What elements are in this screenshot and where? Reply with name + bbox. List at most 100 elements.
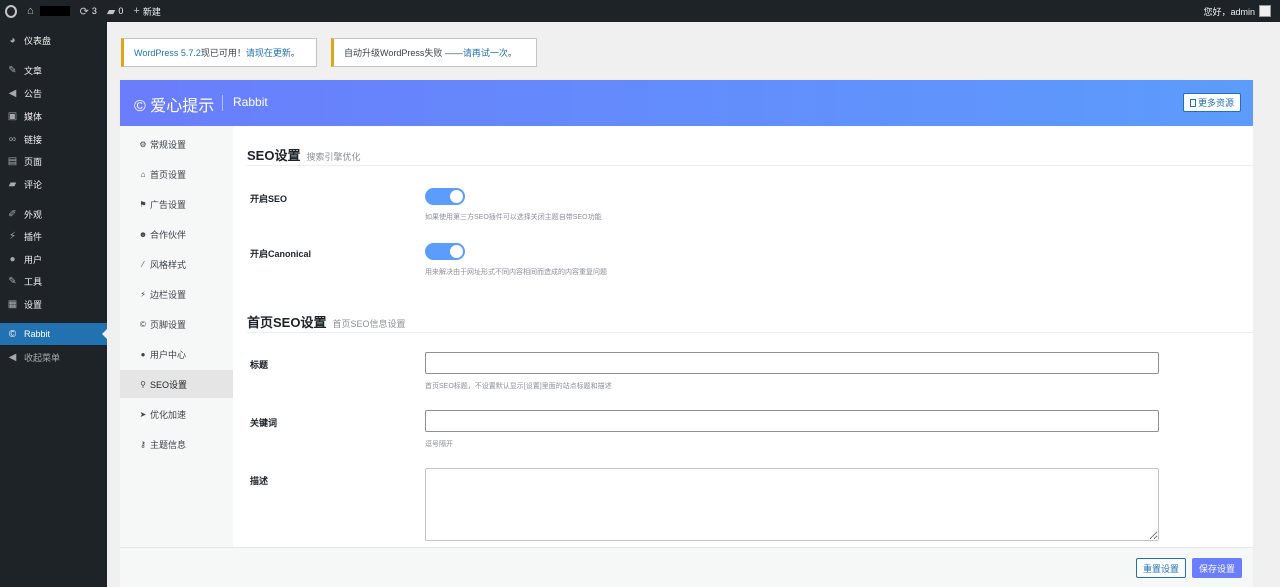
upgrade-failed-notice: 自动升级WordPress失败 —— 请再试一次。	[331, 38, 537, 67]
section-subtitle: 搜索引擎优化	[306, 152, 361, 162]
pin-icon: ✎	[8, 64, 17, 76]
wrench-icon: ✎	[8, 275, 17, 287]
greeting: 您好，admin	[1203, 6, 1255, 17]
site-name-link[interactable]: ⌂	[22, 0, 75, 22]
tab-theme-info[interactable]: ⚷ 主题信息	[120, 430, 233, 458]
sidebar-item-label: 用户	[24, 254, 43, 265]
comments-link[interactable]: ▰ 0	[102, 0, 128, 22]
sidebar-item-users[interactable]: ● 用户	[0, 248, 107, 270]
description-textarea[interactable]	[425, 468, 1159, 541]
sidebar-item-tools[interactable]: ✎ 工具	[0, 270, 107, 292]
tab-footer[interactable]: © 页脚设置	[120, 310, 233, 338]
enable-seo-desc: 如果使用第三方SEO插件可以选择关闭主题自带SEO功能	[425, 214, 602, 221]
keywords-input[interactable]	[425, 410, 1159, 432]
tab-label: 页脚设置	[150, 319, 187, 330]
tab-label: 用户中心	[150, 349, 187, 360]
update-now-link[interactable]: 请现在更新	[246, 46, 291, 59]
media-icon: ▣	[7, 110, 18, 122]
sidebar-item-pages[interactable]: ▤ 页面	[0, 150, 107, 172]
megaphone-icon: ◀	[8, 87, 17, 99]
update-notice-end: 。	[290, 48, 300, 58]
reset-settings-button[interactable]: 重置设置	[1135, 558, 1186, 578]
retry-link[interactable]: 请再试一次	[463, 46, 508, 59]
tab-style[interactable]: ⁄ 风格样式	[120, 250, 233, 278]
sidebar-item-posts[interactable]: ✎ 文章	[0, 59, 107, 81]
dashboard-icon: ◕	[9, 34, 16, 46]
sidebar-item-label: 媒体	[24, 111, 43, 122]
settings-icon: ▦	[7, 298, 18, 310]
panel-brand: © 爱心提示	[134, 98, 215, 115]
tab-ads[interactable]: ⚑ 广告设置	[120, 190, 233, 218]
upgrade-failed-text: 自动升级WordPress失败 ——	[344, 48, 463, 58]
sidebar-item-label: 仪表盘	[24, 35, 52, 46]
collapse-icon: ◀	[8, 351, 17, 363]
user-icon: ●	[140, 349, 146, 359]
tab-partners[interactable]: ☻ 合作伙伴	[120, 220, 233, 248]
tab-label: 常规设置	[150, 139, 187, 150]
more-resources-label: 更多资源	[1197, 98, 1234, 108]
wordpress-logo-icon[interactable]	[0, 0, 22, 22]
avatar	[1259, 5, 1271, 17]
save-settings-button[interactable]: 保存设置	[1191, 558, 1242, 578]
tab-user-center[interactable]: ● 用户中心	[120, 340, 233, 368]
canonical-toggle[interactable]	[425, 243, 465, 260]
account-menu[interactable]: 您好，admin	[1203, 0, 1271, 22]
home-seo-section-title: 首页SEO设置 首页SEO信息设置	[247, 312, 405, 331]
sidebar-item-announcements[interactable]: ◀ 公告	[0, 82, 107, 104]
enable-seo-label: 开启SEO	[250, 194, 288, 204]
comment-icon: ▰	[8, 178, 17, 190]
sidebar-item-plugins[interactable]: ⚡ 插件	[0, 225, 107, 247]
document-icon	[1189, 98, 1196, 107]
updates-count: 3	[91, 6, 97, 16]
enable-seo-toggle[interactable]	[425, 188, 465, 205]
sidebar-item-links[interactable]: ∞ 链接	[0, 128, 107, 150]
collapse-menu-button[interactable]: ◀ 收起菜单	[0, 346, 107, 368]
section-divider	[247, 332, 1253, 333]
update-notice: WordPress 5.7.2 现已可用！ 请现在更新。	[121, 38, 317, 67]
home-title-label: 标题	[250, 360, 269, 370]
sidebar-item-label: 文章	[24, 65, 43, 76]
sidebar-item-media[interactable]: ▣ 媒体	[0, 105, 107, 127]
sidebar-item-label: 外观	[24, 209, 43, 220]
more-resources-button[interactable]: 更多资源	[1182, 93, 1241, 112]
updates-link[interactable]: ⟳ 3	[75, 0, 102, 22]
brush-icon: ✐	[8, 208, 17, 220]
tab-general[interactable]: ⚙ 常规设置	[120, 130, 233, 158]
sidebar-item-label: 收起菜单	[24, 352, 61, 363]
sidebar-item-appearance[interactable]: ✐ 外观	[0, 203, 107, 225]
comments-count: 0	[118, 6, 124, 16]
sidebar-item-rabbit[interactable]: © Rabbit	[0, 323, 107, 345]
tab-sidebar[interactable]: ⚡ 边栏设置	[120, 280, 233, 308]
tab-seo[interactable]: ⚲ SEO设置	[120, 370, 233, 398]
keywords-label: 关键词	[250, 418, 278, 428]
plugin-icon: ⚡	[8, 230, 17, 242]
copyright-icon: ©	[140, 319, 146, 329]
sidebar-item-settings[interactable]: ▦ 设置	[0, 293, 107, 315]
wordpress-version-link[interactable]: WordPress 5.7.2	[134, 48, 201, 58]
user-icon: ●	[9, 253, 16, 265]
sidebar-item-dashboard[interactable]: ◕ 仪表盘	[0, 29, 107, 51]
home-title-input[interactable]	[425, 352, 1159, 374]
comment-icon: ▰	[106, 5, 116, 18]
panel-brand-sub: Rabbit	[233, 95, 268, 109]
canonical-label: 开启Canonical	[250, 249, 312, 259]
section-subtitle: 首页SEO信息设置	[332, 319, 406, 329]
tab-home[interactable]: ⌂ 首页设置	[120, 160, 233, 188]
sidebar-item-comments[interactable]: ▰ 评论	[0, 173, 107, 195]
new-label: 新建	[142, 6, 161, 17]
update-notice-text: 现已可用！	[200, 48, 246, 58]
tab-label: 边栏设置	[150, 289, 187, 300]
tab-label: 主题信息	[150, 439, 187, 450]
home-title-desc: 首页SEO标题，不设置默认显示[设置]里面的站点标题和描述	[425, 383, 612, 390]
tab-optimize[interactable]: ➤ 优化加速	[120, 400, 233, 428]
new-content-link[interactable]: + 新建	[128, 0, 165, 22]
keywords-desc: 逗号隔开	[425, 441, 453, 448]
sidebar-item-label: 设置	[24, 299, 43, 310]
sidebar-item-label: 页面	[24, 156, 43, 167]
sidebar-item-label: 链接	[24, 134, 43, 145]
sidebar-item-label: 评论	[24, 179, 43, 190]
tab-label: 广告设置	[150, 199, 187, 210]
search-icon: ⚲	[140, 379, 146, 389]
link-icon: ∞	[8, 133, 17, 145]
tab-label: 风格样式	[150, 259, 187, 270]
